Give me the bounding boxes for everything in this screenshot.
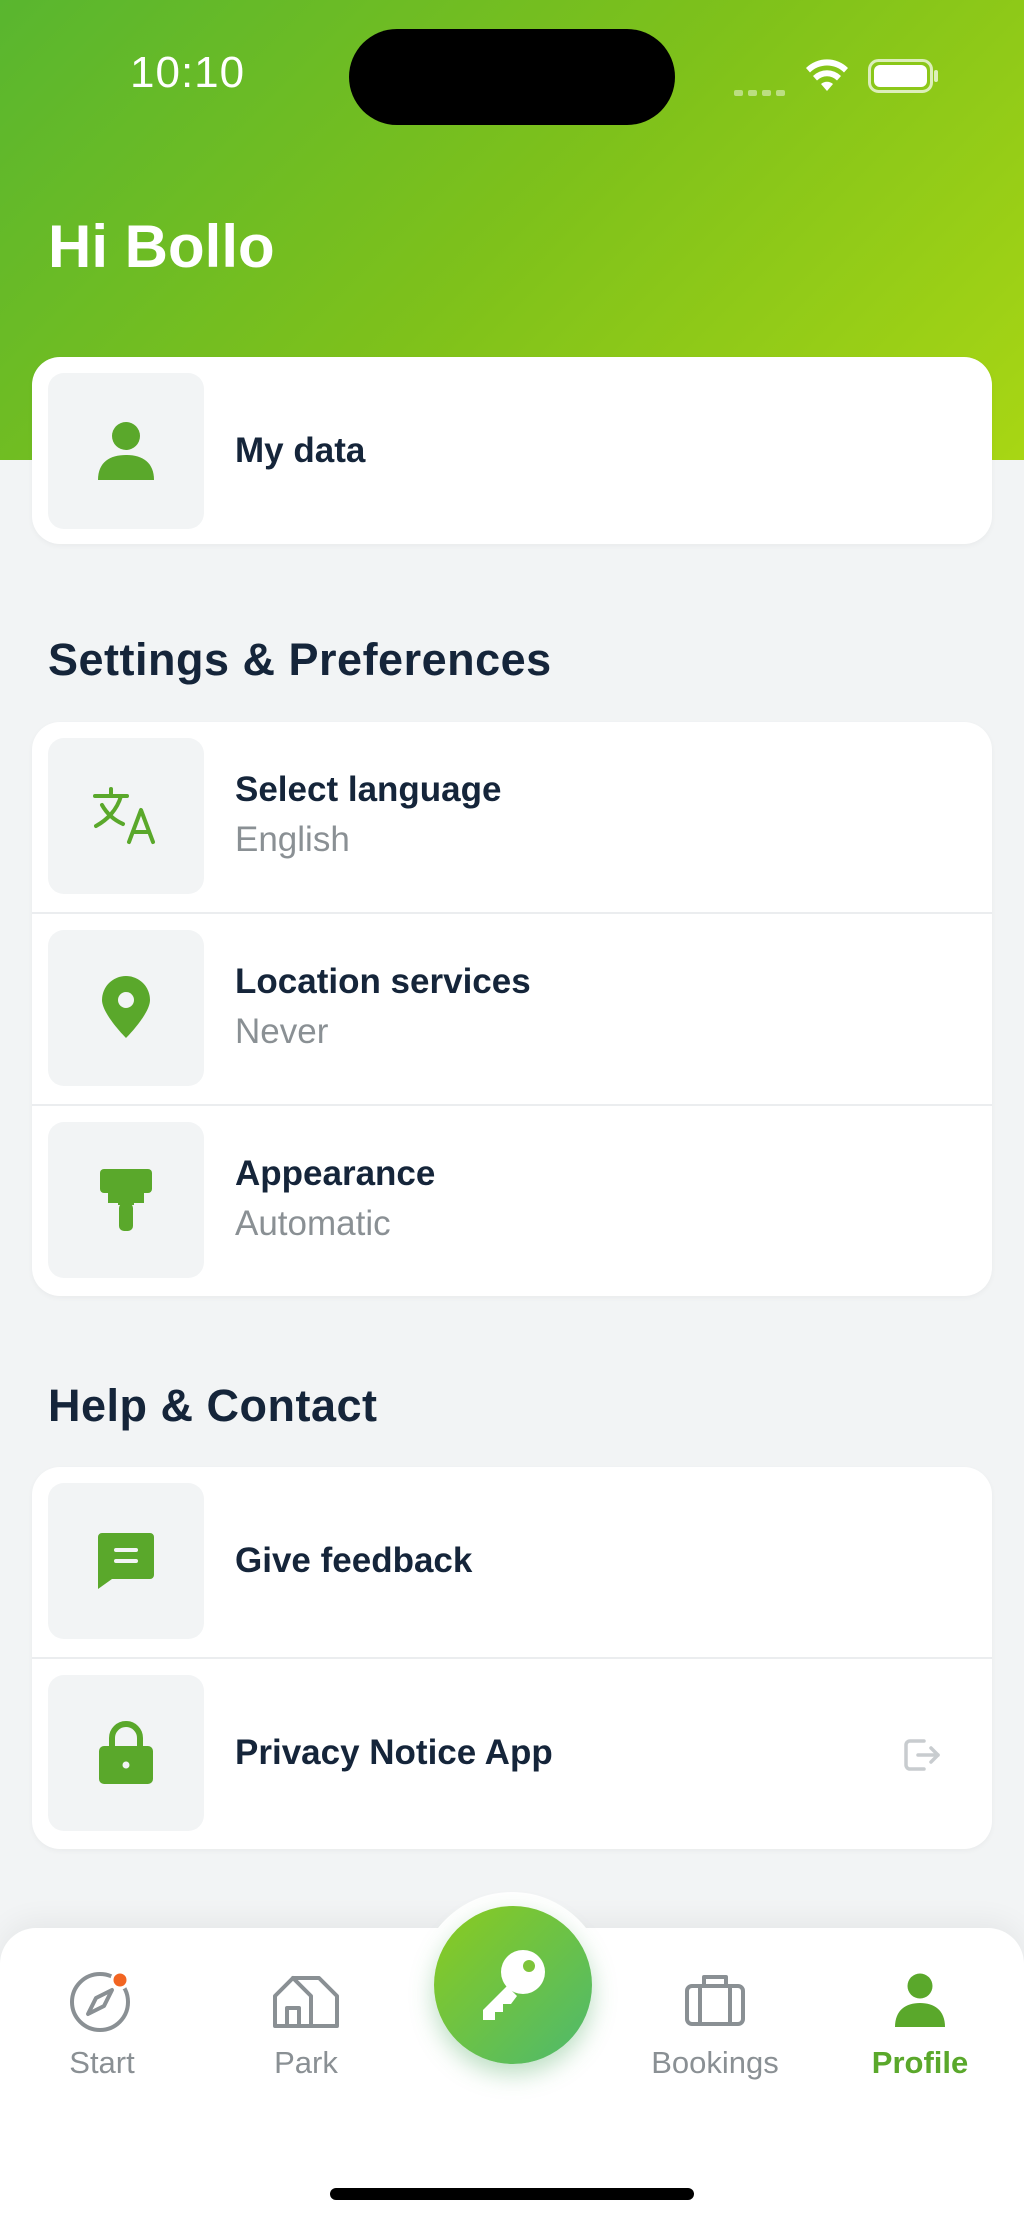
location-services-label: Location services (235, 962, 531, 1001)
location-services-value: Never (235, 1012, 329, 1051)
help-card: Give feedback Privacy Notice App (32, 1467, 992, 1849)
tab-profile[interactable]: Profile (840, 1965, 1000, 2081)
tab-park-label: Park (274, 2045, 338, 2080)
language-icon-box (48, 738, 204, 894)
privacy-icon-box (48, 1675, 204, 1831)
compass-icon (70, 1970, 130, 2032)
person-icon (895, 1973, 945, 2027)
select-language-label: Select language (235, 770, 502, 809)
status-icons (734, 55, 940, 96)
chat-bubble-icon (98, 1533, 154, 1589)
appearance-icon-box (48, 1122, 204, 1278)
select-language-value: English (235, 820, 350, 859)
dynamic-island (349, 29, 675, 125)
external-link-icon (904, 1739, 940, 1771)
tab-bookings-label: Bookings (651, 2045, 779, 2080)
settings-section-title: Settings & Preferences (48, 634, 552, 685)
privacy-notice-label: Privacy Notice App (235, 1733, 553, 1772)
lock-icon (99, 1721, 153, 1784)
house-icon (273, 1976, 339, 2028)
tab-profile-label: Profile (871, 2045, 969, 2080)
my-data-label: My data (235, 431, 366, 470)
appearance-label: Appearance (235, 1154, 436, 1193)
give-feedback-row[interactable]: Give feedback (32, 1467, 992, 1657)
translate-icon (93, 787, 155, 844)
tab-profile-icon-wrap (840, 1965, 1000, 2035)
select-language-row[interactable]: Select language English (32, 722, 992, 912)
status-time: 10:10 (130, 48, 246, 97)
tab-start[interactable]: Start (22, 1965, 182, 2081)
my-data-card: My data (32, 357, 992, 544)
appearance-value: Automatic (235, 1204, 391, 1243)
tab-start-label: Start (69, 2045, 135, 2080)
tab-bookings-icon-wrap (635, 1965, 795, 2035)
location-pin-icon (102, 976, 150, 1038)
location-icon-box (48, 930, 204, 1086)
battery-icon (868, 59, 938, 93)
tab-start-icon-wrap (22, 1965, 182, 2035)
key-fab-button[interactable] (434, 1906, 592, 2064)
cellular-signal-icon (734, 83, 790, 101)
appearance-row[interactable]: Appearance Automatic (32, 1104, 992, 1296)
key-icon (483, 1950, 545, 2020)
settings-card: Select language English Location service… (32, 722, 992, 1296)
my-data-row[interactable]: My data (32, 357, 992, 544)
feedback-icon-box (48, 1483, 204, 1639)
location-services-row[interactable]: Location services Never (32, 912, 992, 1104)
home-indicator (330, 2188, 694, 2200)
my-data-icon-box (48, 373, 204, 529)
greeting-title: Hi Bollo (48, 213, 275, 280)
help-section-title: Help & Contact (48, 1380, 378, 1431)
person-icon (98, 422, 154, 480)
tab-park-icon-wrap (226, 1965, 386, 2035)
give-feedback-label: Give feedback (235, 1541, 473, 1580)
privacy-notice-row[interactable]: Privacy Notice App (32, 1657, 992, 1849)
wifi-icon (806, 59, 848, 91)
paint-roller-icon (100, 1169, 152, 1231)
tab-park[interactable]: Park (226, 1965, 386, 2081)
briefcase-icon (685, 1975, 745, 2026)
tab-bookings[interactable]: Bookings (635, 1965, 795, 2081)
